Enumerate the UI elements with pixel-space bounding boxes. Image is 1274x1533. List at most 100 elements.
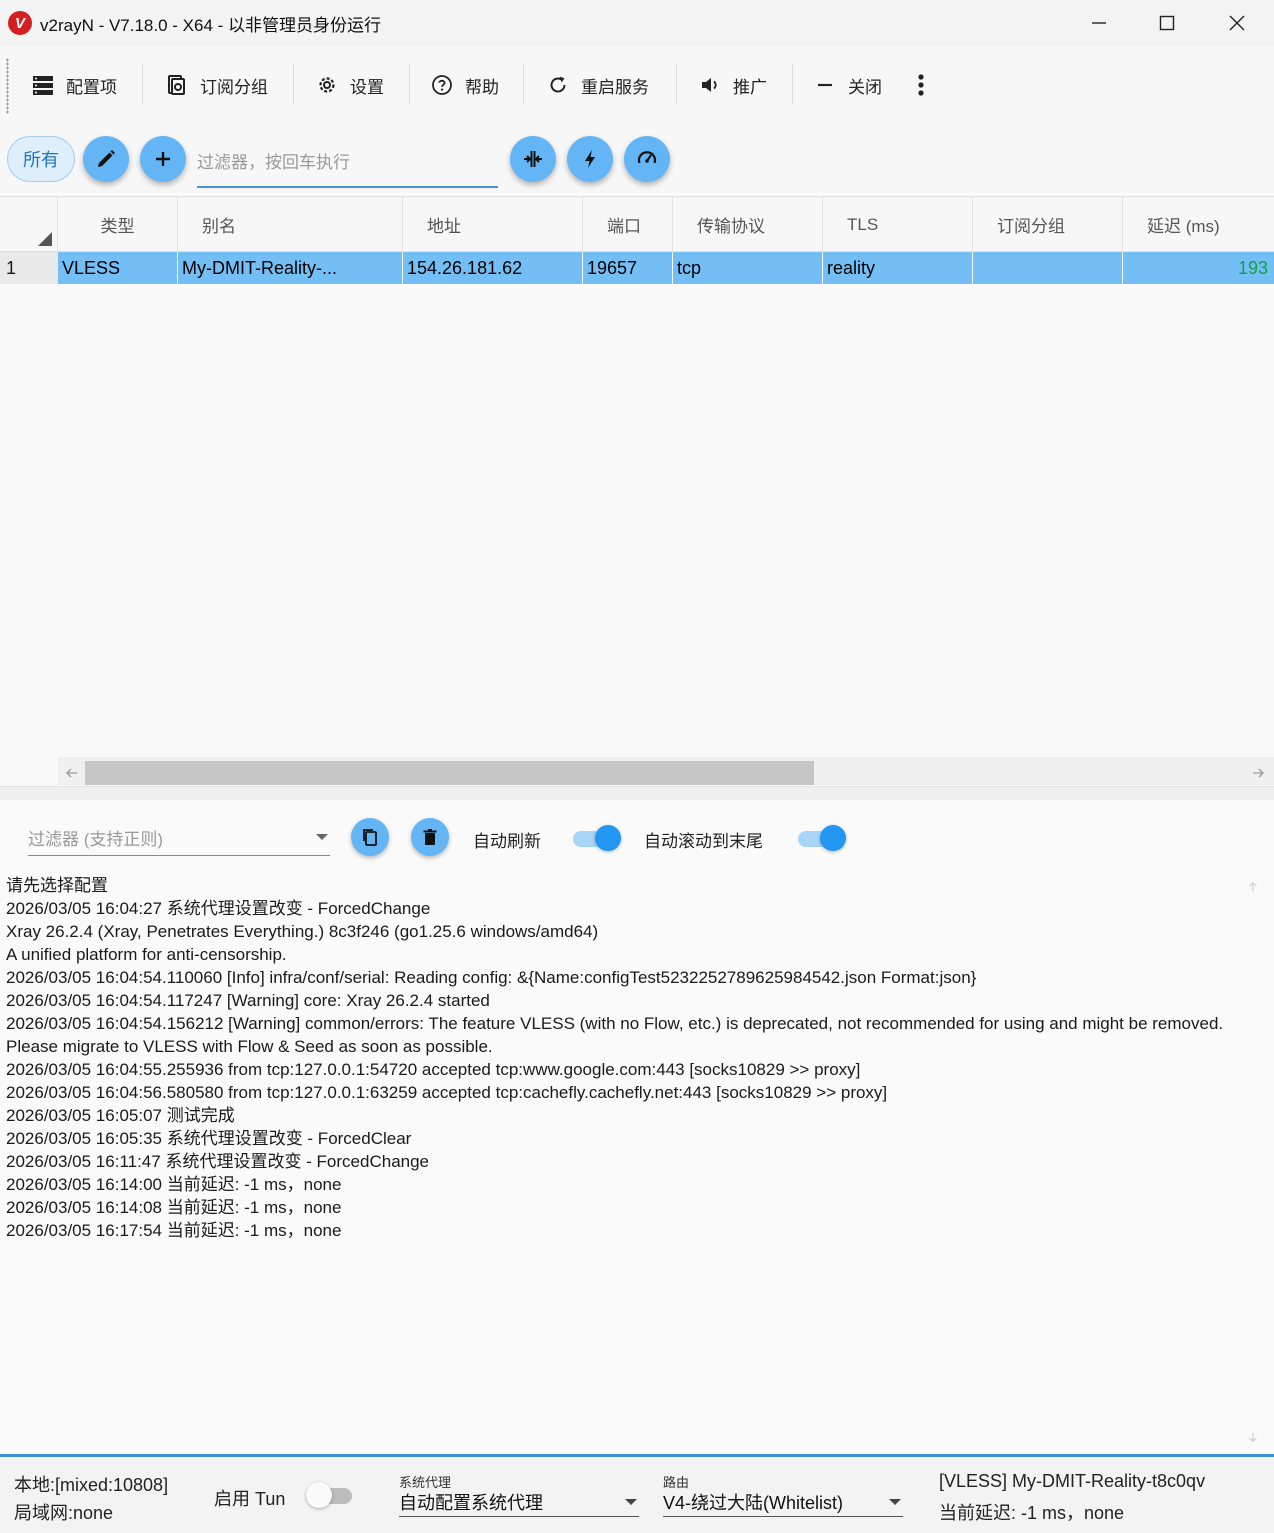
toolbar-promotion-button[interactable]: 推广 xyxy=(699,64,767,106)
system-proxy-value: 自动配置系统代理 xyxy=(399,1492,543,1513)
maximize-button[interactable] xyxy=(1134,0,1200,46)
toolbar-subscription-label: 订阅分组 xyxy=(200,77,268,97)
row-number: 1 xyxy=(0,252,58,284)
toolbar-close-label: 关闭 xyxy=(848,77,882,97)
help-icon xyxy=(432,75,452,95)
real-delay-test-button[interactable] xyxy=(567,136,613,182)
toolbar-close-button[interactable]: 关闭 xyxy=(814,64,882,106)
toolbar-help-button[interactable]: 帮助 xyxy=(431,64,499,106)
toolbar-servers-button[interactable]: 配置项 xyxy=(32,64,117,106)
toolbar-grip[interactable] xyxy=(6,58,9,114)
column-header-tls[interactable]: TLS xyxy=(823,197,973,252)
auto-scroll-label: 自动滚动到末尾 xyxy=(644,832,763,851)
toolbar-subscription-button[interactable]: 订阅分组 xyxy=(166,64,268,106)
subscription-icon xyxy=(168,75,185,95)
log-line: Xray 26.2.4 (Xray, Penetrates Everything… xyxy=(6,922,599,941)
app-logo-icon: V xyxy=(8,11,32,35)
minimize-button[interactable] xyxy=(1066,0,1132,46)
close-icon xyxy=(1229,15,1245,31)
table-row[interactable]: 1 VLESS My-DMIT-Reality-... 154.26.181.6… xyxy=(0,252,1274,284)
log-line: 2026/03/05 16:04:55.255936 from tcp:127.… xyxy=(6,1060,861,1079)
column-header-delay[interactable]: 延迟 (ms) xyxy=(1123,197,1274,252)
toggle-knob xyxy=(306,1482,332,1508)
speaker-icon xyxy=(702,78,717,92)
restart-icon xyxy=(550,76,566,93)
routing-value: V4-绕过大陆(Whitelist) xyxy=(663,1492,844,1513)
toolbar-settings-label: 设置 xyxy=(350,77,384,97)
horizontal-scroll-thumb[interactable] xyxy=(85,761,814,785)
cell-subscription xyxy=(973,252,1123,284)
corner-triangle-icon xyxy=(38,232,52,246)
toolbar-settings-button[interactable]: 设置 xyxy=(316,64,384,106)
server-filter-input[interactable] xyxy=(197,140,498,188)
server-list-icon xyxy=(33,76,53,95)
log-line: 2026/03/05 16:05:07 测试完成 xyxy=(6,1106,235,1125)
status-bar: 本地:[mixed:10808] 局域网:none 启用 Tun 系统代理 自动… xyxy=(0,1454,1274,1533)
tun-label: 启用 Tun xyxy=(214,1489,286,1509)
toggle-knob xyxy=(595,825,621,851)
server-list-grid: 类型 别名 地址 端口 传输协议 TLS 订阅分组 延迟 (ms) 1 VLES… xyxy=(0,196,1274,786)
chevron-down-icon xyxy=(316,834,328,840)
scroll-left-icon[interactable] xyxy=(60,761,84,785)
select-all-corner[interactable] xyxy=(0,197,58,252)
log-scroll-up-icon[interactable] xyxy=(1242,876,1264,898)
add-subscription-button[interactable] xyxy=(140,136,186,182)
log-toolbar: 过滤器 (支持正则) 自动刷新 自动滚动到末尾 xyxy=(0,800,1274,874)
minimize-icon xyxy=(1092,22,1106,24)
cell-alias: My-DMIT-Reality-... xyxy=(178,252,403,284)
auto-refresh-toggle[interactable] xyxy=(573,824,621,852)
current-delay-status: 当前延迟: -1 ms，none xyxy=(939,1503,1125,1523)
main-toolbar: 配置项 订阅分组 设置 帮助 重启服务 推广 关闭 xyxy=(0,46,1274,124)
log-output[interactable]: 请先选择配置 2026/03/05 16:04:27 系统代理设置改变 - Fo… xyxy=(6,874,1242,1444)
trash-icon xyxy=(423,829,437,845)
cell-type: VLESS xyxy=(58,252,178,284)
copy-icon xyxy=(363,829,377,846)
log-filter-combobox[interactable]: 过滤器 (支持正则) xyxy=(28,820,330,856)
maximize-icon xyxy=(1159,15,1175,31)
auto-refresh-label: 自动刷新 xyxy=(473,832,541,851)
cell-delay: 193 xyxy=(1123,252,1274,284)
toolbar-separator xyxy=(293,64,294,104)
close-window-button[interactable] xyxy=(1204,0,1270,46)
column-header-port[interactable]: 端口 xyxy=(583,197,673,252)
cell-port: 19657 xyxy=(583,252,673,284)
column-header-subscription[interactable]: 订阅分组 xyxy=(973,197,1123,252)
more-vertical-icon xyxy=(918,74,924,96)
move-server-button[interactable] xyxy=(510,136,556,182)
scroll-right-icon[interactable] xyxy=(1246,761,1270,785)
log-line: 2026/03/05 16:11:47 系统代理设置改变 - ForcedCha… xyxy=(6,1152,430,1171)
arrows-split-icon xyxy=(524,151,542,167)
column-header-alias[interactable]: 别名 xyxy=(178,197,403,252)
cell-tls: reality xyxy=(823,252,973,284)
cell-address: 154.26.181.62 xyxy=(403,252,583,284)
log-scroll-down-icon[interactable] xyxy=(1242,1426,1264,1448)
title-bar: V v2rayN - V7.18.0 - X64 - 以非管理员身份运行 xyxy=(0,0,1274,46)
more-options-button[interactable] xyxy=(910,68,932,102)
log-line: 2026/03/05 16:04:27 系统代理设置改变 - ForcedCha… xyxy=(6,899,431,918)
lightning-icon xyxy=(585,150,595,168)
horizontal-scrollbar[interactable] xyxy=(58,757,1274,785)
toolbar-restart-button[interactable]: 重启服务 xyxy=(547,64,649,106)
log-line: 2026/03/05 16:04:56.580580 from tcp:127.… xyxy=(6,1083,888,1102)
copy-log-button[interactable] xyxy=(351,818,389,856)
system-proxy-select[interactable]: 自动配置系统代理 xyxy=(399,1487,639,1517)
column-header-address[interactable]: 地址 xyxy=(403,197,583,252)
log-line: A unified platform for anti-censorship. xyxy=(6,945,287,964)
chevron-down-icon xyxy=(889,1499,901,1505)
log-line: 2026/03/05 16:14:00 当前延迟: -1 ms，none xyxy=(6,1175,342,1194)
speed-test-button[interactable] xyxy=(624,136,670,182)
column-header-type[interactable]: 类型 xyxy=(58,197,178,252)
plus-icon xyxy=(156,152,170,166)
local-port-status: 本地:[mixed:10808] xyxy=(14,1475,169,1495)
edit-subscription-button[interactable] xyxy=(83,136,129,182)
column-header-transport[interactable]: 传输协议 xyxy=(673,197,823,252)
clear-log-button[interactable] xyxy=(411,818,449,856)
log-line: 2026/03/05 16:04:54.117247 [Warning] cor… xyxy=(6,991,490,1010)
toolbar-separator xyxy=(142,64,143,104)
current-server-status: [VLESS] My-DMIT-Reality-t8c0qv xyxy=(939,1471,1206,1491)
panel-splitter[interactable] xyxy=(0,786,1274,800)
auto-scroll-toggle[interactable] xyxy=(798,824,846,852)
tun-toggle[interactable] xyxy=(306,1481,354,1509)
routing-select[interactable]: V4-绕过大陆(Whitelist) xyxy=(663,1487,903,1517)
group-all-chip[interactable]: 所有 xyxy=(7,136,75,182)
